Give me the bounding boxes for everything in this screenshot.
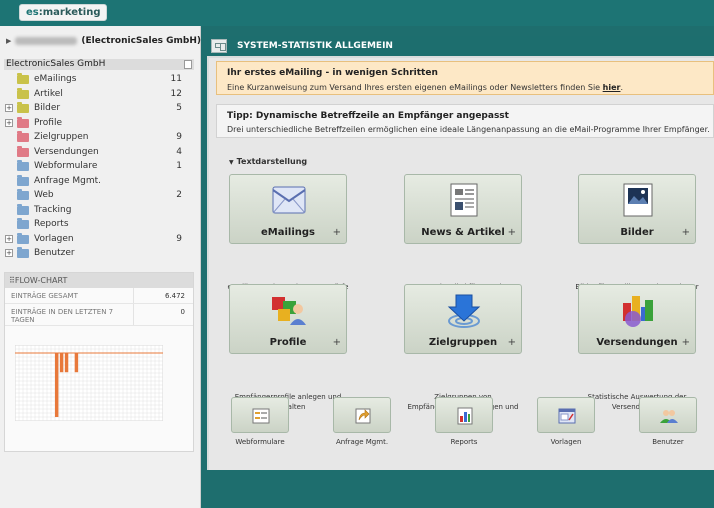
folder-icon (17, 247, 29, 258)
plus-icon[interactable]: + (333, 337, 341, 348)
user-name-redacted (15, 36, 78, 45)
picture-icon (619, 181, 657, 219)
dashboard-content: Ihr erstes eMailing - in wenigen Schritt… (209, 58, 714, 470)
shortcut-label[interactable]: Reports (424, 438, 504, 446)
main-title-bar: SYSTEM-STATISTIK ALLGEMEIN (207, 36, 714, 56)
tab-system-statistik[interactable]: SYSTEM-STATISTIK (237, 41, 332, 51)
top-bar: es:marketing (0, 0, 714, 26)
folder-icon (17, 203, 29, 215)
sidebar: ▶ (ElectronicSales GmbH) ElectronicSales … (0, 26, 201, 508)
tree-item-vorlagen[interactable]: + Vorlagen 9 (0, 232, 190, 247)
folder-icon (17, 87, 29, 99)
shortcut-vorlagen[interactable] (537, 397, 595, 433)
shortcut-benutzer[interactable] (639, 397, 697, 433)
dashboard-icon[interactable] (211, 39, 227, 53)
shortcut-label[interactable]: Anfrage Mgmt. (322, 438, 402, 446)
chart-bar (74, 353, 79, 373)
statistics-icon (619, 291, 657, 329)
expand-icon[interactable]: + (5, 118, 13, 127)
main-panel: SYSTEM-STATISTIK ALLGEMEIN Ihr erstes eM… (207, 36, 714, 470)
user-line[interactable]: ▶ (ElectronicSales GmbH) (6, 36, 201, 46)
collapse-arrow-icon: ▼ (229, 159, 234, 166)
chart-bar (64, 353, 69, 373)
tip-box: Tipp: Dynamische Betreffzeile an Empfäng… (216, 104, 714, 138)
target-arrow-icon (445, 291, 483, 329)
shortcut-label[interactable]: Benutzer (628, 438, 708, 446)
tile-profile[interactable]: Profile + (229, 284, 347, 354)
chart-bar (59, 353, 64, 373)
folder-icon (17, 160, 29, 171)
template-icon (557, 406, 577, 426)
company-name: (ElectronicSales GmbH) (81, 36, 202, 46)
request-arrow-icon (353, 406, 373, 426)
tab-allgemein[interactable]: ALLGEMEIN (335, 41, 393, 51)
section-toggle-textdarstellung[interactable]: ▼ Textdarstellung (229, 157, 307, 166)
newspaper-icon (445, 181, 483, 219)
flow-stat-row: EINTRÄGE IN DEN LETZTEN 7 TAGEN 0 (5, 304, 193, 326)
tree-item-tracking[interactable]: Tracking (0, 203, 190, 218)
tile-versendungen[interactable]: Versendungen + (578, 284, 696, 354)
collapse-tree-button[interactable] (184, 60, 192, 69)
flow-bar-chart (15, 345, 163, 421)
flow-chart-panel: ⠿FLOW-CHART EINTRÄGE GESAMT 6.472 EINTRÄ… (4, 272, 194, 452)
plus-icon[interactable]: + (508, 337, 516, 348)
expand-icon[interactable]: + (5, 234, 13, 243)
plus-icon[interactable]: + (508, 227, 516, 238)
tree-item-web[interactable]: Web 2 (0, 188, 190, 203)
folder-icon (17, 116, 29, 128)
app-logo[interactable]: es:marketing (19, 4, 108, 21)
expand-icon[interactable]: + (5, 249, 13, 257)
expand-triangle-icon[interactable]: ▶ (6, 37, 11, 45)
tree-item-emailings[interactable]: eMailings 11 (0, 72, 190, 87)
folder-icon (17, 218, 29, 229)
folder-tree: eMailings 11 Artikel 12 + Bilder 5 + Profile Ziel… (0, 72, 190, 261)
folder-icon (17, 102, 29, 113)
plus-icon[interactable]: + (682, 337, 690, 348)
notice-link[interactable]: hier (603, 83, 621, 92)
form-icon (251, 406, 271, 426)
plus-icon[interactable]: + (682, 227, 690, 238)
tree-root[interactable]: ElectronicSales GmbH (4, 59, 194, 70)
tile-news-artikel[interactable]: News & Artikel + (404, 174, 522, 244)
flow-stat-row: EINTRÄGE GESAMT 6.472 (5, 288, 193, 304)
tree-item-zielgruppen[interactable]: Zielgruppen 9 (0, 130, 190, 145)
plus-icon[interactable]: + (333, 227, 341, 238)
tree-item-webformulare[interactable]: Webformulare 1 (0, 159, 190, 174)
tree-item-bilder[interactable]: + Bilder 5 (0, 101, 190, 116)
tree-item-benutzer[interactable]: + Benutzer (0, 246, 190, 261)
tile-zielgruppen[interactable]: Zielgruppen + (404, 284, 522, 354)
users-icon (659, 406, 679, 426)
chart-bar (54, 353, 59, 417)
folder-icon (17, 131, 29, 142)
shortcut-reports[interactable] (435, 397, 493, 433)
flow-chart-title: ⠿FLOW-CHART (5, 273, 193, 288)
tree-item-versendungen[interactable]: Versendungen 4 (0, 145, 190, 160)
expand-icon[interactable]: + (5, 104, 13, 112)
report-icon (455, 406, 475, 426)
chart-background (15, 345, 163, 421)
tree-item-anfrage-mgmt[interactable]: Anfrage Mgmt. (0, 174, 190, 189)
profile-cubes-icon (270, 291, 308, 329)
getting-started-notice: Ihr erstes eMailing - in wenigen Schritt… (216, 61, 714, 95)
envelope-icon (270, 181, 308, 219)
shortcut-label[interactable]: Webformulare (220, 438, 300, 446)
tile-bilder[interactable]: Bilder + (578, 174, 696, 244)
tree-item-reports[interactable]: Reports (0, 217, 190, 232)
tree-item-profile[interactable]: + Profile (0, 116, 190, 131)
tile-emailings[interactable]: eMailings + (229, 174, 347, 244)
shortcut-webformulare[interactable] (231, 397, 289, 433)
folder-icon (17, 189, 29, 200)
tree-item-artikel[interactable]: Artikel 12 (0, 87, 190, 102)
folder-icon (17, 145, 29, 157)
shortcut-anfrage-mgmt[interactable] (333, 397, 391, 433)
folder-icon (17, 232, 29, 244)
shortcut-label[interactable]: Vorlagen (526, 438, 606, 446)
folder-icon (17, 73, 29, 84)
folder-icon (17, 174, 29, 186)
